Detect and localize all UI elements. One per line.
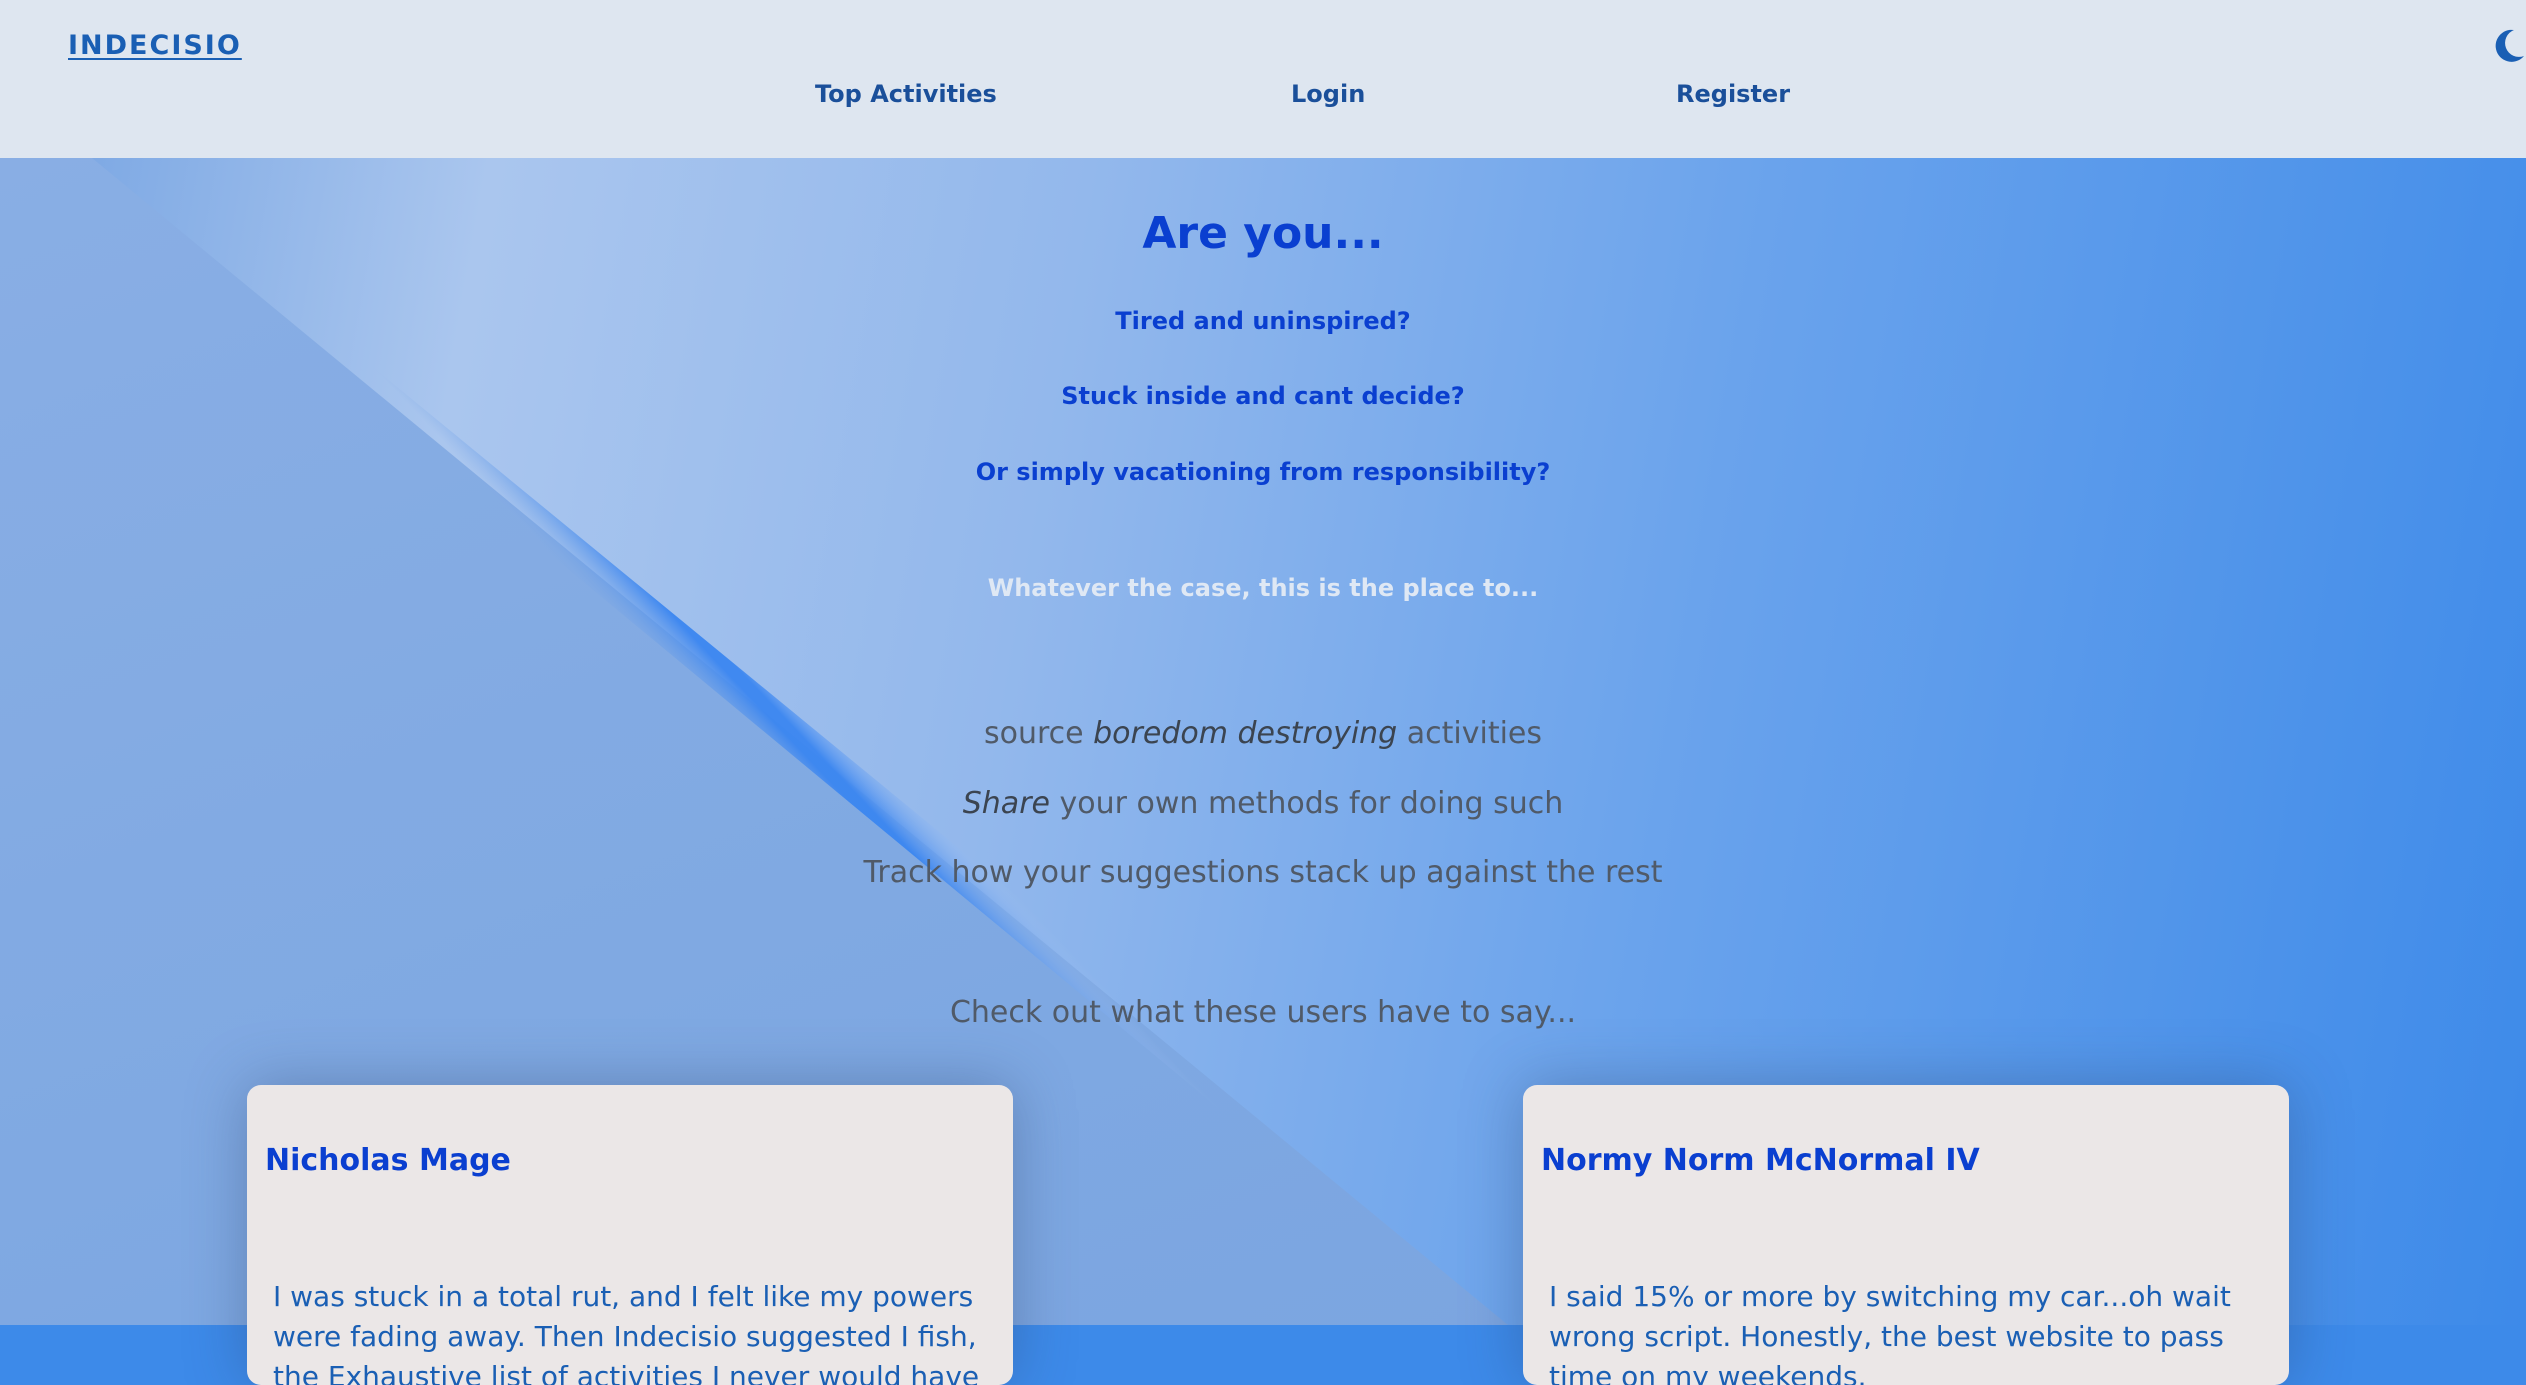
hero-question-2: Stuck inside and cant decide? <box>1061 382 1465 410</box>
site-logo[interactable]: INDECISIO <box>68 30 242 61</box>
nav-top-activities[interactable]: Top Activities <box>815 80 997 108</box>
check-out-text: Check out what these users have to say..… <box>949 995 1577 1030</box>
feature-text: activities <box>1397 716 1543 751</box>
moon-icon <box>2495 29 2524 62</box>
testimonial-author: Nicholas Mage <box>265 1143 511 1178</box>
hero-title: Are you... <box>1142 208 1384 259</box>
testimonial-card: Nicholas Mage I was stuck in a total rut… <box>247 1085 1013 1385</box>
feature-emphasis: boredom destroying <box>1093 716 1398 751</box>
feature-text: Track how your suggestions stack up agai… <box>863 855 1663 890</box>
testimonial-quote: I was stuck in a total rut, and I felt l… <box>273 1280 980 1385</box>
testimonial-quote: I said 15% or more by switching my car..… <box>1549 1280 2231 1385</box>
testimonial-author: Normy Norm McNormal IV <box>1541 1143 1980 1178</box>
feature-line-source: source boredom destroying activities <box>0 716 2526 751</box>
feature-text: source <box>983 716 1094 751</box>
feature-text: your own methods for doing such <box>1049 786 1564 821</box>
theme-toggle-button[interactable] <box>2488 26 2526 66</box>
hero-whatever-text: Whatever the case, this is the place to.… <box>987 574 1539 602</box>
feature-line-track: Track how your suggestions stack up agai… <box>0 855 2526 890</box>
nav-login[interactable]: Login <box>1291 80 1365 108</box>
hero-question-1: Tired and uninspired? <box>1115 307 1411 335</box>
nav-register[interactable]: Register <box>1676 80 1790 108</box>
hero-question-3: Or simply vacationing from responsibilit… <box>975 458 1551 486</box>
testimonial-card: Normy Norm McNormal IV I said 15% or mor… <box>1523 1085 2289 1385</box>
site-header: INDECISIO Top Activities Login Register <box>0 0 2526 158</box>
feature-line-share: Share your own methods for doing such <box>0 786 2526 821</box>
feature-emphasis: Share <box>962 786 1050 821</box>
